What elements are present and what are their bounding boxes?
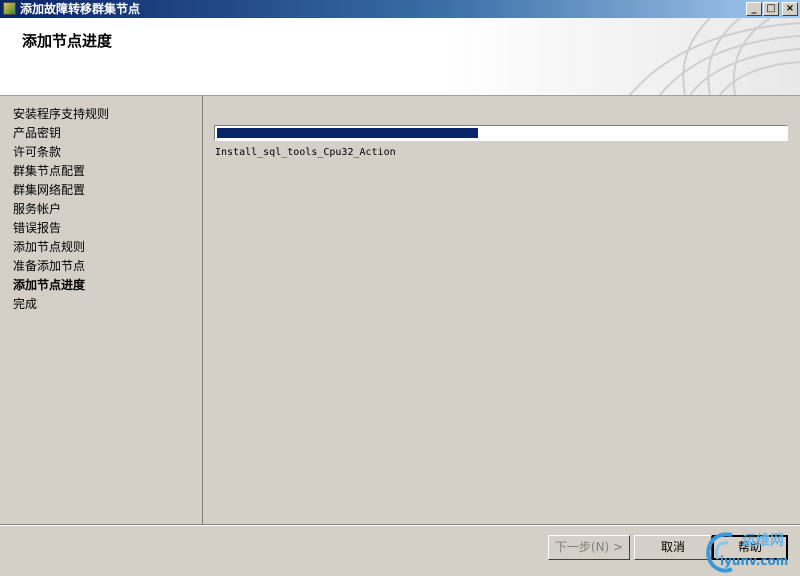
watermark-url-text: iyunv.com	[720, 554, 789, 568]
next-button[interactable]: 下一步(N) >	[548, 535, 630, 560]
step-item: 群集网络配置	[13, 183, 86, 197]
step-item: 安装程序支持规则	[13, 107, 110, 121]
step-item: 错误报告	[13, 221, 62, 235]
window-title: 添加故障转移群集节点	[20, 2, 141, 16]
step-item: 许可条款	[13, 145, 62, 159]
step-item: 完成	[13, 297, 38, 311]
watermark-cn-text: 运维网	[742, 533, 784, 549]
footer-divider	[0, 524, 800, 526]
step-item: 添加节点进度	[13, 278, 86, 292]
maximize-button[interactable]: □	[763, 2, 779, 16]
step-item: 产品密钥	[13, 126, 62, 140]
close-button[interactable]: ×	[782, 2, 798, 16]
install-progress-bar	[214, 125, 788, 141]
title-bar: 添加故障转移群集节点 _ □ ×	[0, 0, 800, 18]
header-swirl-graphic	[629, 18, 800, 95]
step-item: 准备添加节点	[13, 259, 86, 273]
main-content: Install_sql_tools_Cpu32_Action	[203, 96, 800, 524]
progress-fill	[217, 128, 479, 138]
minimize-button[interactable]: _	[746, 2, 762, 16]
step-item: 群集节点配置	[13, 164, 86, 178]
step-item: 添加节点规则	[13, 240, 86, 254]
step-item: 服务帐户	[13, 202, 62, 216]
current-action-text: Install_sql_tools_Cpu32_Action	[215, 147, 396, 158]
watermark: 运维网 iyunv.com	[700, 527, 800, 576]
installer-icon	[3, 2, 16, 15]
page-header: 添加节点进度	[0, 18, 800, 96]
steps-list: 安装程序支持规则 产品密钥许可条款群集节点配置 群集网络配置 服务帐户错误报告添加节点…	[0, 96, 202, 314]
page-title: 添加节点进度	[22, 32, 113, 50]
steps-sidebar: 安装程序支持规则 产品密钥许可条款群集节点配置 群集网络配置 服务帐户错误报告添加节点…	[0, 96, 203, 524]
